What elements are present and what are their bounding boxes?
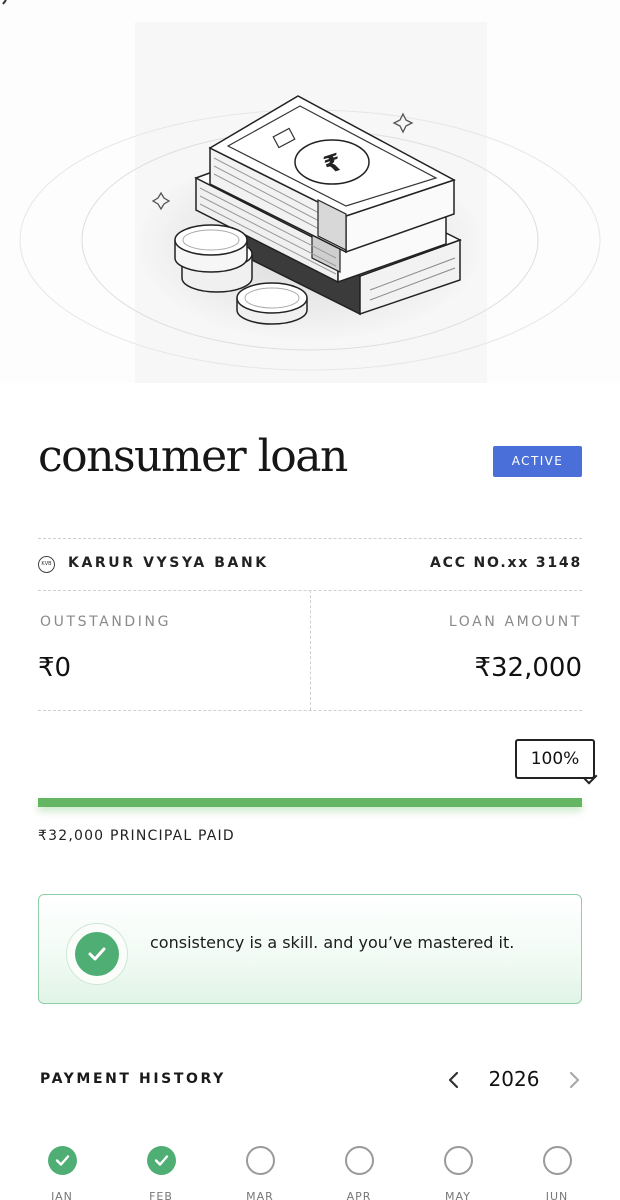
paid-check-icon bbox=[146, 1146, 176, 1175]
chevron-right-icon[interactable] bbox=[564, 1068, 584, 1092]
month-label: JAN bbox=[51, 1190, 73, 1200]
paid-check-icon bbox=[47, 1146, 77, 1175]
month-item[interactable]: FEB bbox=[131, 1146, 191, 1200]
month-label: MAR bbox=[246, 1190, 274, 1200]
loan-title: consumer loan bbox=[38, 431, 348, 482]
loan-amount-value: ₹32,000 bbox=[474, 653, 582, 683]
loan-details-page: ₹ consumer loan ACTIVE KVB KARUR VYSYA B… bbox=[0, 0, 620, 1200]
month-item[interactable]: JAN bbox=[32, 1146, 92, 1200]
success-check-badge bbox=[66, 923, 128, 985]
account-number: ACC NO.xx 3148 bbox=[430, 555, 582, 571]
month-item[interactable]: APR bbox=[329, 1146, 389, 1200]
status-badge: ACTIVE bbox=[493, 446, 582, 477]
bank-logo-icon: KVB bbox=[38, 556, 55, 573]
checkmark-icon bbox=[88, 947, 106, 961]
repayment-progress-bar bbox=[38, 798, 582, 807]
chevron-left-icon[interactable] bbox=[444, 1068, 464, 1092]
unpaid-circle-icon bbox=[443, 1146, 473, 1175]
month-label: FEB bbox=[149, 1190, 173, 1200]
money-stack-illustration: ₹ bbox=[19, 22, 601, 383]
year-selector: 2026 bbox=[488, 1067, 540, 1091]
unpaid-circle-icon bbox=[542, 1146, 572, 1175]
bank-name: KARUR VYSYA BANK bbox=[68, 555, 269, 571]
divider bbox=[38, 538, 582, 539]
month-item[interactable]: JUN bbox=[527, 1146, 587, 1200]
month-item[interactable]: MAY bbox=[428, 1146, 488, 1200]
month-label: MAY bbox=[445, 1190, 471, 1200]
outstanding-label: OUTSTANDING bbox=[40, 614, 172, 630]
progress-percent-tooltip: 100% bbox=[515, 739, 595, 779]
achievement-message-card: consistency is a skill. and you’ve maste… bbox=[38, 894, 582, 1004]
divider bbox=[38, 710, 582, 711]
month-label: APR bbox=[346, 1190, 372, 1200]
principal-paid-text: ₹32,000 PRINCIPAL PAID bbox=[38, 828, 235, 844]
repayment-progress-fill bbox=[38, 798, 582, 807]
unpaid-circle-icon bbox=[245, 1146, 275, 1175]
achievement-message: consistency is a skill. and you’ve maste… bbox=[150, 933, 515, 952]
divider-vertical bbox=[310, 590, 311, 710]
unpaid-circle-icon bbox=[344, 1146, 374, 1175]
month-label: JUN bbox=[545, 1190, 569, 1200]
month-item[interactable]: MAR bbox=[230, 1146, 290, 1200]
payment-history-title: PAYMENT HISTORY bbox=[40, 1071, 226, 1087]
outstanding-value: ₹0 bbox=[38, 653, 72, 683]
loan-amount-label: LOAN AMOUNT bbox=[448, 614, 582, 630]
hero-illustration: ₹ bbox=[0, 0, 620, 383]
